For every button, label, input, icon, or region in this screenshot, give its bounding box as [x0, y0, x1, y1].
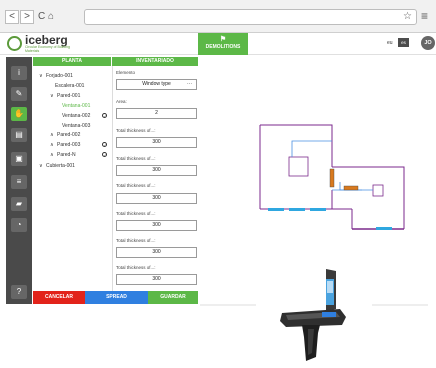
plan-window	[289, 208, 305, 211]
plan-door	[329, 168, 335, 188]
plan-room	[288, 156, 309, 177]
plan-partition	[291, 140, 332, 157]
plan-room	[372, 184, 384, 197]
plan-wall	[260, 124, 333, 167]
plan-window	[376, 227, 392, 230]
plan-window	[268, 208, 284, 211]
plan-door	[343, 185, 359, 191]
scanner-device-image	[280, 269, 346, 361]
plan-window	[310, 208, 326, 211]
floor-plan[interactable]	[0, 0, 436, 368]
plan-wall	[332, 166, 405, 229]
